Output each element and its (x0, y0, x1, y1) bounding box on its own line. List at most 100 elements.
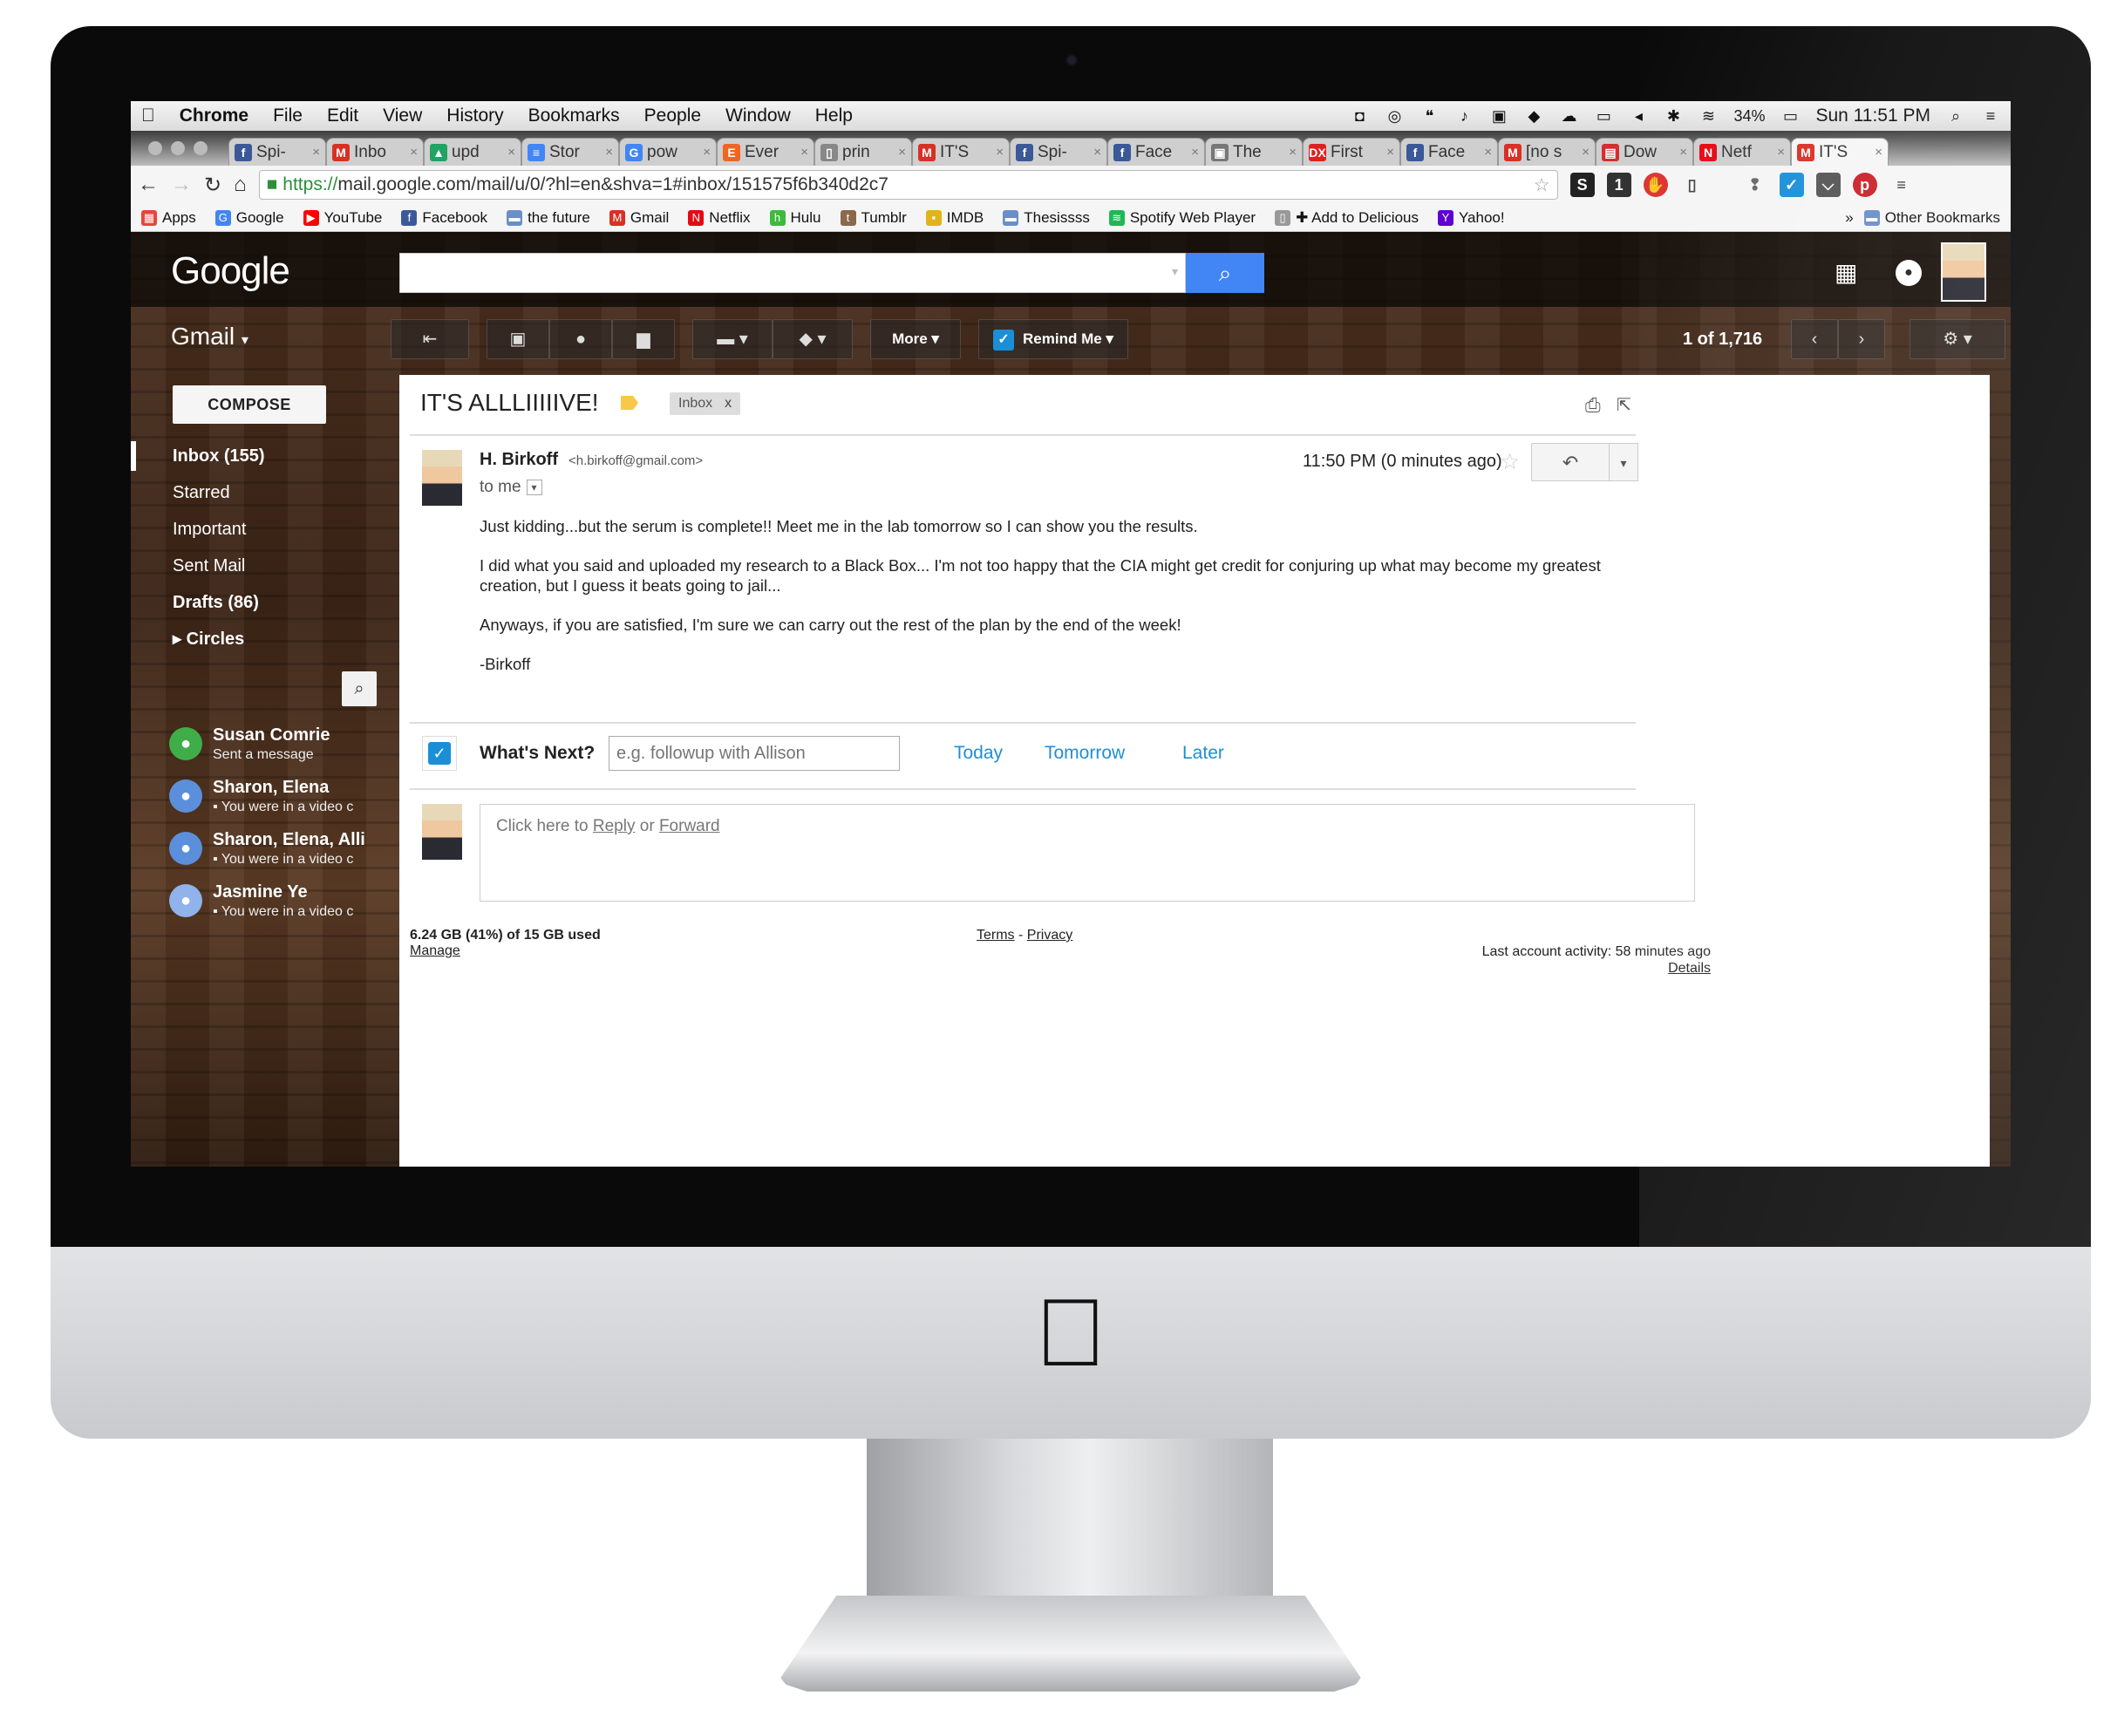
star-icon[interactable]: ☆ (1500, 448, 1520, 475)
bookmark-item[interactable]: h Hulu (769, 209, 821, 227)
nav-item[interactable]: Important (131, 511, 399, 548)
activity-details-link[interactable]: Details (1668, 961, 1711, 976)
archive-button[interactable]: ▣ (487, 319, 549, 359)
menu-bookmarks[interactable]: Bookmarks (528, 106, 620, 126)
sender-avatar[interactable] (420, 448, 464, 507)
extension-pin-icon[interactable]: ❢ (1743, 173, 1767, 197)
menu-help[interactable]: Help (815, 106, 853, 126)
google-logo[interactable]: Google (171, 249, 290, 293)
labels-button[interactable]: ◆ ▾ (773, 319, 853, 359)
nav-item[interactable]: Drafts (86) (131, 584, 399, 621)
reply-button[interactable]: ↶ (1531, 443, 1610, 481)
browser-tab[interactable]: f Face × (1400, 138, 1498, 166)
battery-icon[interactable]: ▭ (1780, 106, 1800, 126)
reply-link[interactable]: Reply (593, 817, 636, 835)
remind-tomorrow-link[interactable]: Tomorrow (1045, 743, 1125, 764)
cloud-icon[interactable]: ☁ (1559, 106, 1578, 126)
close-tab-icon[interactable]: × (1875, 145, 1882, 160)
browser-tab[interactable]: f Spi- × (228, 138, 326, 166)
close-tab-icon[interactable]: × (1191, 145, 1199, 160)
close-tab-icon[interactable]: × (1582, 145, 1590, 160)
extension-check-icon[interactable]: ✓ (1779, 173, 1804, 197)
remind-today-link[interactable]: Today (954, 743, 1003, 764)
other-bookmarks[interactable]: » ▬ Other Bookmarks (1845, 209, 2000, 227)
settings-button[interactable]: ⚙ ▾ (1910, 319, 2005, 359)
minimize-window-button[interactable] (171, 141, 185, 155)
bookmark-status-icon[interactable]: ▣ (1489, 106, 1508, 126)
close-tab-icon[interactable]: × (1679, 145, 1687, 160)
older-button[interactable]: › (1838, 319, 1885, 359)
bookmark-item[interactable]: ▬ the future (507, 209, 590, 227)
extension-stop-icon[interactable]: ✋ (1643, 173, 1668, 197)
menu-people[interactable]: People (644, 106, 701, 126)
hangouts-icon[interactable]: ❝ (1419, 106, 1439, 126)
close-tab-icon[interactable]: × (800, 145, 808, 160)
print-icon[interactable]: ⎙ (1585, 394, 1601, 417)
close-tab-icon[interactable]: × (1289, 145, 1297, 160)
report-spam-button[interactable]: ● (549, 319, 612, 359)
pinterest-icon[interactable]: p (1852, 173, 1877, 197)
more-button[interactable]: More ▾ (870, 319, 961, 359)
notifications-icon[interactable]: ● (1896, 260, 1922, 286)
bookmark-item[interactable]: G Google (214, 209, 284, 227)
close-tab-icon[interactable]: × (898, 145, 906, 160)
menu-window[interactable]: Window (725, 106, 791, 126)
menu-file[interactable]: File (273, 106, 303, 126)
bookmark-item[interactable]: N Netflix (688, 209, 751, 227)
back-icon[interactable]: ← (138, 173, 159, 197)
home-icon[interactable]: ⌂ (234, 173, 247, 197)
apple-menu-icon[interactable]:  (141, 106, 155, 126)
browser-tab[interactable]: E Ever × (717, 138, 814, 166)
browser-tab[interactable]: ▣ The × (1205, 138, 1303, 166)
delete-button[interactable]: ▆ (612, 319, 675, 359)
whats-next-checkbox[interactable]: ✓ (422, 736, 457, 771)
menu-edit[interactable]: Edit (327, 106, 358, 126)
google-apps-icon[interactable]: ▦ (1835, 258, 1857, 287)
lock-icon[interactable]: ■ (267, 174, 278, 195)
notification-center-icon[interactable]: ≡ (1981, 106, 2000, 126)
show-details-button[interactable]: ▾ (526, 479, 542, 495)
airplay-icon[interactable]: ▭ (1594, 106, 1613, 126)
compose-button[interactable]: COMPOSE (173, 385, 326, 424)
nav-item[interactable]: Sent Mail (131, 548, 399, 584)
close-tab-icon[interactable]: × (605, 145, 613, 160)
wifi-icon[interactable]: ≋ (1699, 106, 1718, 126)
new-window-icon[interactable]: ⇱ (1617, 394, 1631, 416)
bookmark-item[interactable]: Y Yahoo! (1437, 209, 1505, 227)
browser-tab[interactable]: M IT'S × (1791, 138, 1889, 166)
clock[interactable]: Sun 11:51 PM (1815, 106, 1930, 126)
browser-tab[interactable]: M Inbo × (326, 138, 424, 166)
menu-view[interactable]: View (383, 106, 422, 126)
close-tab-icon[interactable]: × (1386, 145, 1394, 160)
bluetooth-icon[interactable]: ✱ (1664, 106, 1683, 126)
search-button[interactable]: ⌕ (1186, 253, 1264, 293)
contact-item[interactable]: ● Sharon, Elena, Alli ▪ You were in a vide… (169, 828, 396, 881)
important-marker-icon[interactable] (621, 396, 638, 410)
manage-storage-link[interactable]: Manage (410, 943, 460, 958)
close-tab-icon[interactable]: × (507, 145, 515, 160)
bookmark-item[interactable]: M Gmail (609, 209, 669, 227)
close-tab-icon[interactable]: × (1093, 145, 1101, 160)
browser-tab[interactable]: ≡ Stor × (521, 138, 619, 166)
address-bar[interactable]: ■ https:// mail.google.com/mail/u/0/?hl=… (258, 170, 1558, 200)
bookmark-item[interactable]: ▬ Thesissss (1003, 209, 1090, 227)
browser-tab[interactable]: N Netf × (1693, 138, 1791, 166)
nav-item[interactable]: ▸ Circles (131, 621, 399, 657)
sync-icon[interactable]: ◎ (1385, 106, 1404, 126)
volume-icon[interactable]: ◂ (1629, 106, 1648, 126)
nav-item[interactable]: Starred (131, 474, 399, 511)
newer-button[interactable]: ‹ (1791, 319, 1838, 359)
contact-item[interactable]: ● Susan Comrie Sent a message (169, 724, 396, 776)
browser-tab[interactable]: Gpow × (619, 138, 717, 166)
account-avatar[interactable] (1941, 242, 1986, 302)
browser-tab[interactable]: f Face × (1107, 138, 1205, 166)
reload-icon[interactable]: ↻ (204, 173, 221, 198)
close-window-button[interactable] (148, 141, 162, 155)
extension-book-icon[interactable]: ▯ (1680, 173, 1705, 197)
gmail-menu-label[interactable]: Gmail ▾ (171, 323, 248, 351)
pocket-icon[interactable]: ⌵ (1815, 173, 1841, 197)
browser-tab[interactable]: ▤ Dow × (1596, 138, 1693, 166)
bookmark-item[interactable]: ▯ ✚ Add to Delicious (1275, 209, 1419, 227)
browser-tab[interactable]: ▯ prin × (814, 138, 912, 166)
back-to-inbox-button[interactable]: ⇤ (391, 319, 469, 359)
